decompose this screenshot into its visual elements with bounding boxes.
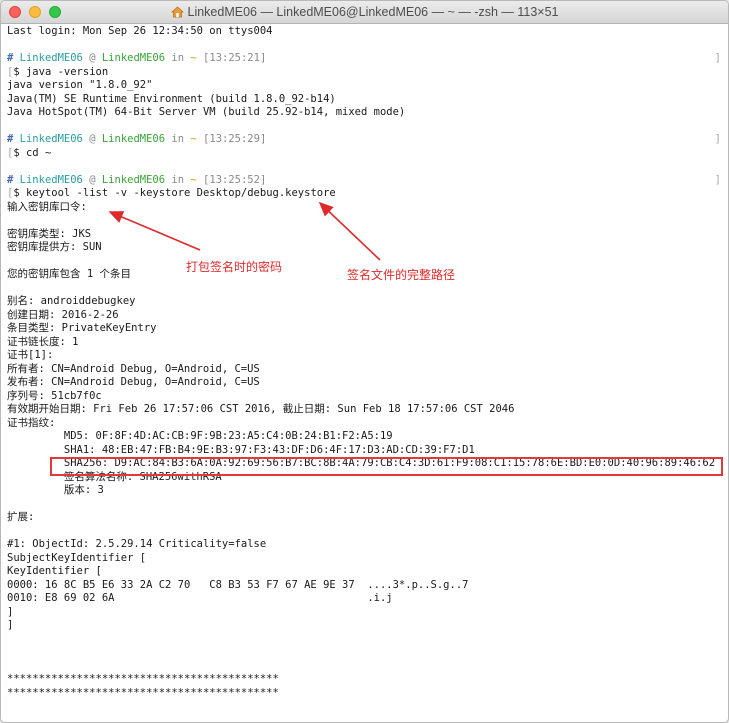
prompt-in: in <box>171 133 185 145</box>
output-line: Java HotSpot(TM) 64-Bit Server VM (build… <box>7 106 406 118</box>
output-line: 证书[1]: <box>7 349 54 361</box>
output-line: SHA1: 48:EB:47:FB:B4:9E:B3:97:F3:43:DF:D… <box>7 443 475 456</box>
output-line: 扩展: <box>7 511 35 523</box>
window-title: LinkedME06 — LinkedME06@LinkedME06 — ~ —… <box>187 5 559 19</box>
prompt-time: [13:25:52] <box>203 173 267 186</box>
prompt-line: # LinkedME06 @ LinkedME06 in ~ [13:25:52… <box>7 174 723 188</box>
output-line: 别名: androiddebugkey <box>7 295 136 307</box>
output-line: #1: ObjectId: 2.5.29.14 Criticality=fals… <box>7 538 267 550</box>
prompt-hash: # <box>7 173 14 186</box>
prompt-line: # LinkedME06 @ LinkedME06 in ~ [13:25:21… <box>7 52 723 66</box>
prompt-user: LinkedME06 <box>19 52 83 64</box>
output-line: ] <box>7 605 14 618</box>
output-line: 有效期开始日期: Fri Feb 26 17:57:06 CST 2016, 截… <box>7 403 515 415</box>
prompt-hash: # <box>7 52 14 64</box>
prompt-at: @ <box>89 133 96 145</box>
sha256-highlight-box <box>50 457 723 476</box>
prompt-host: LinkedME06 <box>101 133 166 145</box>
prompt-time: [13:25:21] <box>203 52 267 64</box>
terminal-content[interactable]: Last login: Mon Sep 26 12:34:50 on ttys0… <box>1 24 728 722</box>
output-line: java version "1.8.0_92" <box>7 79 153 91</box>
prompt-user: LinkedME06 <box>19 173 83 186</box>
prompt-host: LinkedME06 <box>101 173 166 186</box>
output-line: 输入密钥库口令: <box>7 200 87 213</box>
output-line: 密钥库提供方: SUN <box>7 241 102 253</box>
command-text: java -version <box>25 65 109 78</box>
output-line: 序列号: 51cb7f0c <box>7 389 102 402</box>
prompt-in: in <box>171 52 185 64</box>
prompt-dir: ~ <box>190 52 197 64</box>
prompt-at: @ <box>89 52 96 64</box>
title-bar[interactable]: LinkedME06 — LinkedME06@LinkedME06 — ~ —… <box>1 1 728 24</box>
prompt-host: LinkedME06 <box>101 52 166 64</box>
output-line: 证书链长度: 1 <box>7 335 79 348</box>
output-line: 发布者: CN=Android Debug, O=Android, C=US <box>7 376 260 388</box>
prompt-bracket-right: ] <box>714 133 721 145</box>
prompt-bracket-right: ] <box>714 173 721 186</box>
output-line: Last login: Mon Sep 26 12:34:50 on ttys0… <box>7 25 273 37</box>
output-line: 版本: 3 <box>7 484 104 496</box>
home-folder-icon <box>170 3 184 25</box>
output-line: 创建日期: 2016-2-26 <box>7 308 119 321</box>
output-line: KeyIdentifier [ <box>7 565 102 577</box>
window-title-container: LinkedME06 — LinkedME06@LinkedME06 — ~ —… <box>1 1 728 23</box>
prompt-bracket-right: ] <box>714 52 721 64</box>
command-text: keytool -list -v -keystore Desktop/debug… <box>25 187 336 199</box>
password-annotation: 打包签名时的密码 <box>186 260 283 274</box>
prompt-bracket-left: [ <box>7 187 14 199</box>
prompt-in: in <box>171 173 185 186</box>
terminal-window: LinkedME06 — LinkedME06@LinkedME06 — ~ —… <box>0 0 729 723</box>
prompt-time: [13:25:29] <box>203 133 267 145</box>
output-line: Java(TM) SE Runtime Environment (build 1… <box>7 92 336 105</box>
command-line: [$ java -version <box>7 65 109 78</box>
prompt-at: @ <box>89 173 96 186</box>
output-line: 证书指纹: <box>7 416 56 429</box>
prompt-hash: # <box>7 133 14 145</box>
output-line: ****************************************… <box>7 673 279 685</box>
output-line: 所有者: CN=Android Debug, O=Android, C=US <box>7 362 260 375</box>
prompt-dir: ~ <box>190 133 197 145</box>
command-text: cd ~ <box>25 146 52 159</box>
output-line: MD5: 0F:8F:4D:AC:CB:9F:9B:23:A5:C4:0B:24… <box>7 430 393 442</box>
path-annotation: 签名文件的完整路径 <box>347 268 456 282</box>
output-line: 0000: 16 8C B5 E6 33 2A C2 70 C8 B3 53 F… <box>7 578 469 591</box>
prompt-user: LinkedME06 <box>19 133 83 145</box>
output-line: 0010: E8 69 02 6A .i.j <box>7 592 393 604</box>
output-line: 条目类型: PrivateKeyEntry <box>7 322 157 334</box>
prompt-dir: ~ <box>190 173 197 186</box>
prompt-bracket-left: [ <box>7 146 14 159</box>
output-line: SubjectKeyIdentifier [ <box>7 551 147 564</box>
output-line: ****************************************… <box>7 686 279 699</box>
command-line: [$ keytool -list -v -keystore Desktop/de… <box>7 187 336 199</box>
prompt-line: # LinkedME06 @ LinkedME06 in ~ [13:25:29… <box>7 133 723 147</box>
output-line: ] <box>7 619 14 631</box>
command-line: [$ cd ~ <box>7 146 52 159</box>
output-line: 密钥库类型: JKS <box>7 227 92 240</box>
prompt-bracket-left: [ <box>7 65 14 78</box>
